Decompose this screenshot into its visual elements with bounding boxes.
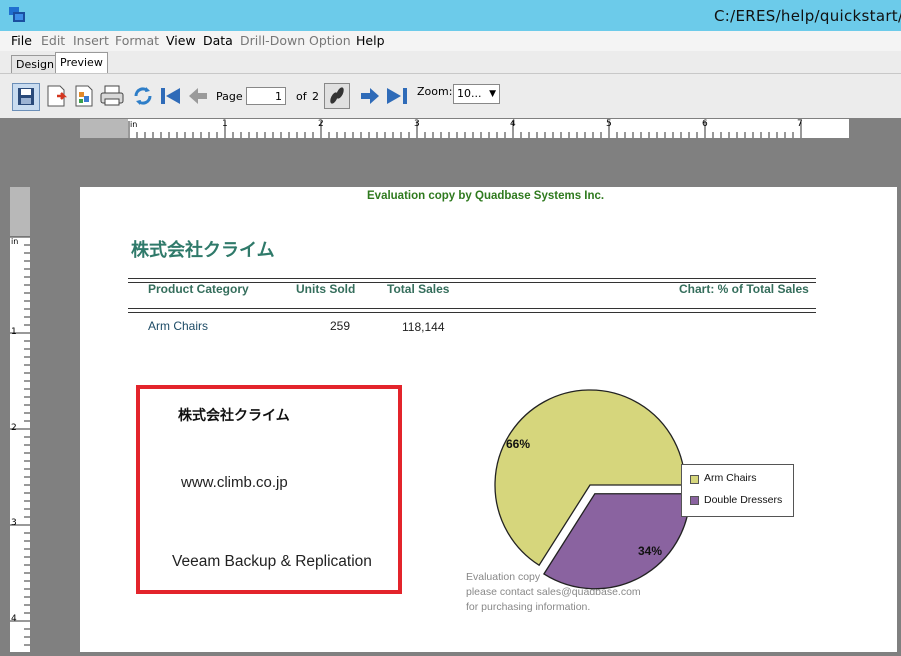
annotation-product: Veeam Backup & Replication [172,553,372,570]
menu-drill-down[interactable]: Drill-Down [240,33,305,48]
pie-chart: 66% 34% [494,389,690,590]
menu-file[interactable]: File [11,33,32,48]
last-page-icon [387,88,407,104]
ruler-mark: 3 [11,518,17,528]
refresh-icon [134,87,152,105]
page-number-input[interactable]: 1 [246,87,286,105]
printer-icon [100,85,124,106]
ruler-mark: 5 [606,119,612,129]
report-icon [75,85,93,107]
legend-swatch [690,475,699,484]
tab-preview[interactable]: Preview [55,52,108,74]
row-units-sold: 259 [330,319,351,333]
header-chart: Chart: % of Total Sales [679,282,809,296]
menu-format[interactable]: Format [115,33,159,48]
menu-option[interactable]: Option [309,33,351,48]
pie-slice-label: 34% [638,544,662,558]
annotation-company: 株式会社クライム [178,408,290,424]
ruler-mark: 4 [11,614,17,624]
save-button[interactable] [12,83,40,111]
evaluation-watermark: Evaluation copy by Quadbase Systems Inc. [367,190,605,202]
page-setup-button[interactable] [72,84,96,112]
go-to-page-button[interactable] [324,83,350,109]
export-button[interactable] [45,84,69,112]
menu-bar: File Edit Insert Format View Data Drill-… [0,31,901,51]
legend-label: Arm Chairs [704,472,757,484]
print-button[interactable] [99,84,125,112]
total-pages: 2 [312,90,319,103]
legend-swatch [690,496,699,505]
header-rule-bottom [128,308,816,313]
ruler-unit: in [11,237,19,246]
footprints-icon [330,87,344,104]
previous-page-button[interactable] [186,84,210,112]
ruler-mark: 2 [11,423,17,433]
toolbar: Page 1 of 2 Zoom: 10... ▼ [0,73,901,118]
export-page-icon [47,85,68,107]
arrow-right-icon [361,88,379,104]
menu-view[interactable]: View [166,33,196,48]
report-title: 株式会社クライム [131,240,275,261]
page-label: Page [216,90,243,103]
ruler-mark: 1 [222,119,228,129]
first-page-icon [161,88,180,104]
annotation-website: www.climb.co.jp [181,474,288,491]
ruler-mark: 7 [797,119,803,129]
last-page-button[interactable] [385,84,411,112]
row-category: Arm Chairs [148,319,209,333]
header-product-category: Product Category [148,282,249,296]
next-page-button[interactable] [358,84,382,112]
row-total-sales: 118,144 [402,320,445,334]
menu-insert[interactable]: Insert [73,33,109,48]
arrow-left-icon [189,88,207,104]
ruler-mark: 6 [702,119,708,129]
ruler-unit: in [130,120,138,129]
title-bar: C:/ERES/help/quickstart/ [0,0,901,31]
app-icon [9,7,26,23]
ruler-mark: 4 [510,119,516,129]
ruler-mark: 1 [11,327,17,337]
report-page: Evaluation copy by Quadbase Systems Inc.… [80,187,897,652]
header-units-sold: Units Sold [296,282,356,296]
horizontal-ruler: in 1 2 3 4 5 6 7 [80,119,849,138]
legend-label: Double Dressers [704,494,783,506]
menu-edit[interactable]: Edit [41,33,65,48]
save-icon [18,88,34,105]
tab-design[interactable]: Design [11,55,59,73]
pie-slice-label: 66% [506,437,530,451]
annotation-box: 株式会社クライム www.climb.co.jp Veeam Backup & … [136,385,402,594]
view-tabs: Design Preview [0,51,901,74]
zoom-select[interactable]: 10... ▼ [453,84,500,104]
menu-help[interactable]: Help [356,33,385,48]
chart-legend: Arm Chairs Double Dressers [681,464,794,517]
vertical-ruler: in 1 2 3 4 [10,187,30,652]
window-title: C:/ERES/help/quickstart/ [714,7,901,25]
header-total-sales: Total Sales [387,282,450,296]
ruler-mark: 3 [414,119,420,129]
menu-data[interactable]: Data [203,33,233,48]
first-page-button[interactable] [158,84,182,112]
zoom-value: 10... [457,87,482,100]
eval-note-line: for purchasing information. [466,601,591,613]
zoom-label: Zoom: [417,85,453,98]
of-label: of [296,90,307,103]
ruler-mark: 2 [318,119,324,129]
chevron-down-icon: ▼ [489,89,496,99]
refresh-button[interactable] [131,84,155,112]
